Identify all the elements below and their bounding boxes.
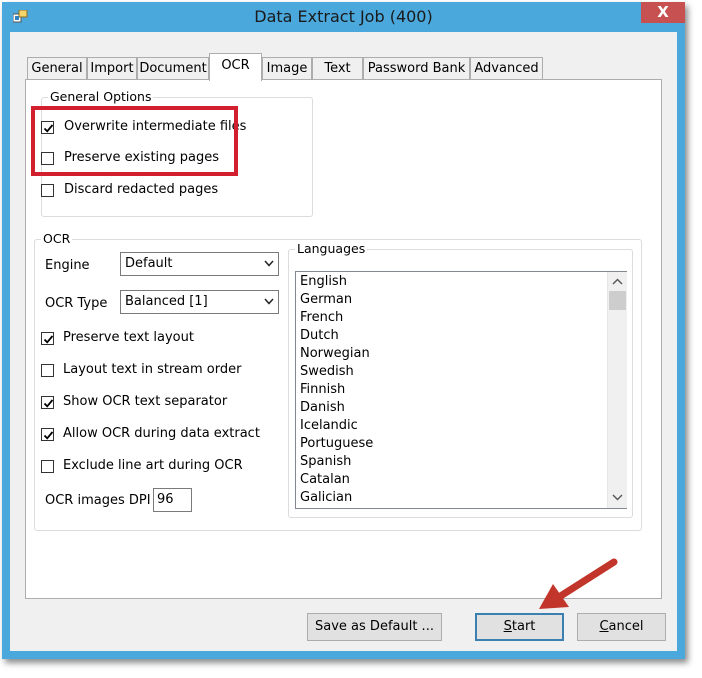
close-icon: X <box>657 3 669 21</box>
engine-value: Default <box>125 256 173 271</box>
preserve-layout-checkbox[interactable] <box>41 332 54 345</box>
allow-ocr-label: Allow OCR during data extract <box>63 426 260 441</box>
ocr-type-select[interactable]: Balanced [1] <box>120 290 279 314</box>
language-item[interactable]: Galician <box>300 489 352 507</box>
ocr-legend: OCR <box>43 231 71 246</box>
start-label: tart <box>511 619 536 634</box>
dpi-label: OCR images DPI <box>45 493 151 508</box>
languages-list[interactable]: English German French Dutch Norwegian Swedish… <box>295 271 627 509</box>
start-mnemonic: S <box>503 619 512 634</box>
scroll-thumb[interactable] <box>609 291 626 310</box>
annotation-arrow <box>539 558 618 609</box>
tab-password-bank[interactable]: Password Bank <box>363 57 470 79</box>
language-item[interactable]: Danish <box>300 399 345 417</box>
tab-document[interactable]: Document <box>137 57 209 79</box>
chevron-down-icon <box>264 260 274 267</box>
highlight-box <box>31 106 238 176</box>
tab-import[interactable]: Import <box>87 57 137 79</box>
engine-label: Engine <box>45 258 90 273</box>
stream-order-label: Layout text in stream order <box>63 362 242 377</box>
close-button[interactable]: X <box>641 2 685 23</box>
language-item[interactable]: English <box>300 273 347 291</box>
language-item[interactable]: Catalan <box>300 471 350 489</box>
language-item[interactable]: Portuguese <box>300 435 373 453</box>
language-item[interactable]: Icelandic <box>300 417 358 435</box>
window-title: Data Extract Job (400) <box>254 7 433 26</box>
cancel-label: ancel <box>608 619 644 634</box>
ocr-separator-label: Show OCR text separator <box>63 394 228 409</box>
ocr-type-value: Balanced [1] <box>125 294 208 309</box>
engine-select[interactable]: Default <box>120 252 279 276</box>
cancel-mnemonic: C <box>599 619 609 634</box>
language-item[interactable]: Norwegian <box>300 345 370 363</box>
chevron-down-icon <box>264 298 274 305</box>
language-item[interactable]: Finnish <box>300 381 345 399</box>
preserve-layout-label: Preserve text layout <box>63 330 194 345</box>
discard-redacted-checkbox[interactable] <box>41 184 54 197</box>
ocr-type-label: OCR Type <box>45 296 108 311</box>
tab-ocr[interactable]: OCR <box>209 53 262 81</box>
language-item[interactable]: Dutch <box>300 327 339 345</box>
tab-text[interactable]: Text <box>312 57 363 79</box>
start-button[interactable]: Start <box>475 613 564 641</box>
discard-redacted-label: Discard redacted pages <box>64 182 219 197</box>
general-options-legend: General Options <box>50 89 152 104</box>
language-item[interactable]: Spanish <box>300 453 351 471</box>
dpi-input[interactable]: 96 <box>153 488 192 512</box>
ocr-tab-panel: General Options Overwrite intermediate f… <box>25 79 662 599</box>
languages-scrollbar[interactable] <box>607 272 627 508</box>
ocr-separator-checkbox[interactable] <box>41 396 54 409</box>
language-item[interactable]: German <box>300 291 352 309</box>
tab-image[interactable]: Image <box>262 57 312 79</box>
scroll-down-icon[interactable] <box>612 494 623 501</box>
exclude-line-art-label: Exclude line art during OCR <box>63 458 243 473</box>
tab-general[interactable]: General <box>27 57 87 79</box>
language-item[interactable]: Swedish <box>300 363 354 381</box>
language-item[interactable]: French <box>300 309 343 327</box>
stream-order-checkbox[interactable] <box>41 364 54 377</box>
title-bar[interactable]: Data Extract Job (400) X <box>2 2 685 31</box>
cancel-button[interactable]: Cancel <box>577 613 666 641</box>
exclude-line-art-checkbox[interactable] <box>41 460 54 473</box>
tab-advanced[interactable]: Advanced <box>470 57 543 79</box>
scroll-up-icon[interactable] <box>612 278 623 285</box>
allow-ocr-checkbox[interactable] <box>41 428 54 441</box>
save-as-default-button[interactable]: Save as Default ... <box>307 613 442 641</box>
languages-legend: Languages <box>297 241 366 256</box>
